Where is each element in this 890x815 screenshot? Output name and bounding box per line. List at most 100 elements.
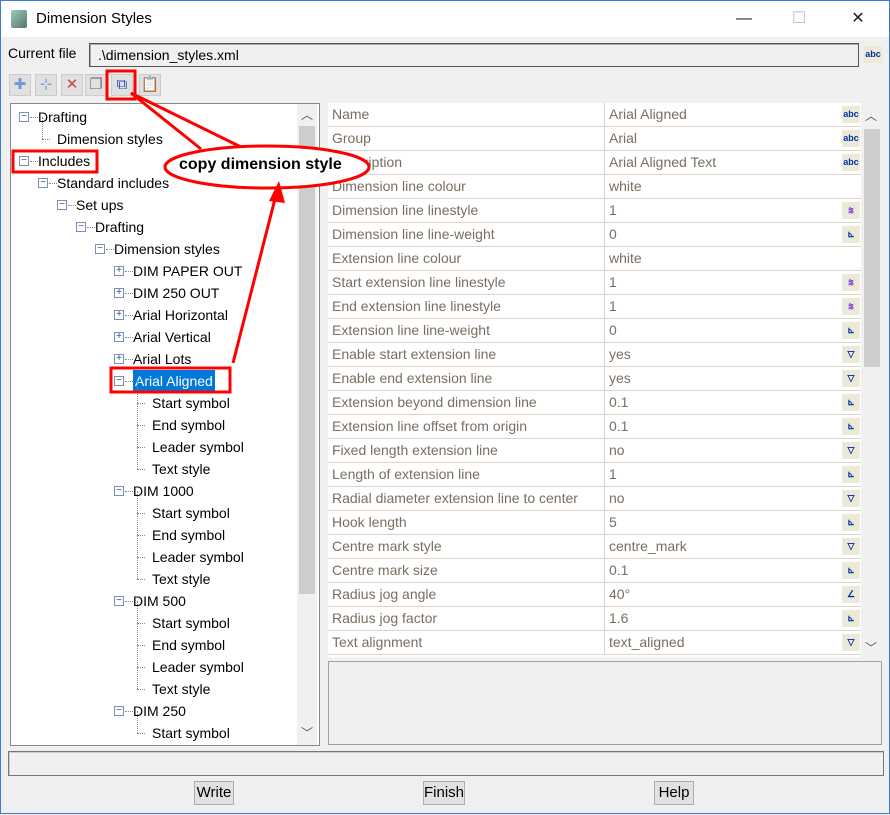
dropdown-icon[interactable]: ▽ — [842, 370, 860, 387]
tree-scrollbar[interactable]: ︿ ﹀ — [297, 104, 317, 745]
collapse-icon[interactable]: − — [38, 178, 48, 188]
property-value[interactable]: yes — [604, 367, 839, 390]
expand-icon[interactable]: + — [114, 288, 124, 298]
property-row[interactable]: Radial diameter extension line to center… — [328, 487, 861, 511]
property-row[interactable]: Dimension line line-weight 0 ⊾ — [328, 223, 861, 247]
paste-button[interactable]: 📋 — [139, 74, 161, 96]
property-value[interactable]: white — [604, 247, 839, 270]
property-value[interactable]: 1 — [604, 463, 839, 486]
measure-icon[interactable]: ⊾ — [842, 418, 860, 435]
property-row[interactable]: Group Arial abc — [328, 127, 861, 151]
dropdown-icon[interactable]: ▽ — [842, 490, 860, 507]
measure-icon[interactable]: ⊾ — [842, 322, 860, 339]
property-row[interactable]: Text alignment text_aligned ▽ — [328, 631, 861, 655]
collapse-icon[interactable]: − — [76, 222, 86, 232]
current-file-field[interactable]: .\dimension_styles.xml — [89, 43, 859, 67]
maximize-button[interactable]: ☐ — [787, 7, 811, 31]
measure-icon[interactable]: ⊾ — [842, 226, 860, 243]
property-row[interactable]: Extension beyond dimension line 0.1 ⊾ — [328, 391, 861, 415]
property-value[interactable]: white — [604, 175, 839, 198]
property-value[interactable]: Arial Aligned Text — [604, 151, 839, 174]
collapse-icon[interactable]: − — [114, 596, 124, 606]
expand-icon[interactable]: + — [114, 332, 124, 342]
property-value[interactable]: no — [604, 487, 839, 510]
property-value[interactable]: 1 — [604, 271, 839, 294]
property-row[interactable]: Dimension line linestyle 1 ⩰ — [328, 199, 861, 223]
collapse-icon[interactable]: − — [19, 156, 29, 166]
dropdown-icon[interactable]: ▽ — [842, 634, 860, 651]
property-row[interactable]: Enable start extension line yes ▽ — [328, 343, 861, 367]
property-row[interactable]: Extension line colour white — [328, 247, 861, 271]
linestyle-icon[interactable]: ⩰ — [842, 298, 860, 315]
angle-icon[interactable]: ∠ — [842, 586, 860, 603]
property-value[interactable]: text_aligned — [604, 631, 839, 654]
collapse-icon[interactable]: − — [114, 486, 124, 496]
text-edit-icon[interactable]: abc — [864, 46, 882, 63]
property-row[interactable]: End extension line linestyle 1 ⩰ — [328, 295, 861, 319]
property-row[interactable]: Description Arial Aligned Text abc — [328, 151, 861, 175]
property-value[interactable]: centre_mark — [604, 535, 839, 558]
property-row[interactable]: Dimension line colour white — [328, 175, 861, 199]
property-value[interactable]: 1 — [604, 199, 839, 222]
property-value[interactable]: 40° — [604, 583, 839, 606]
minimize-button[interactable]: — — [732, 7, 756, 31]
expand-icon[interactable]: + — [114, 310, 124, 320]
property-value[interactable]: 0.1 — [604, 415, 839, 438]
measure-icon[interactable]: ⊾ — [842, 466, 860, 483]
copy-button[interactable]: ⧉ — [111, 74, 133, 96]
scroll-up-icon[interactable]: ︿ — [297, 106, 317, 124]
measure-icon[interactable]: ⊾ — [842, 562, 860, 579]
measure-icon[interactable]: ⊾ — [842, 394, 860, 411]
property-value[interactable]: Arial Aligned — [604, 103, 839, 126]
scroll-up-icon[interactable]: ︿ — [861, 107, 881, 125]
property-value[interactable]: 1.6 — [604, 607, 839, 630]
property-value[interactable]: 1 — [604, 295, 839, 318]
linestyle-icon[interactable]: ⩰ — [842, 274, 860, 291]
measure-icon[interactable]: ⊾ — [842, 514, 860, 531]
add-child-button[interactable]: ⊹ — [35, 74, 57, 96]
scroll-down-icon[interactable]: ﹀ — [297, 724, 317, 742]
dropdown-icon[interactable]: ▽ — [842, 442, 860, 459]
property-row[interactable]: Fixed length extension line no ▽ — [328, 439, 861, 463]
measure-icon[interactable]: ⊾ — [842, 610, 860, 627]
property-value[interactable]: yes — [604, 343, 839, 366]
text-edit-icon[interactable]: abc — [842, 106, 860, 123]
text-edit-icon[interactable]: abc — [842, 154, 860, 171]
write-button[interactable]: Write — [194, 781, 234, 805]
property-row[interactable]: Extension line offset from origin 0.1 ⊾ — [328, 415, 861, 439]
property-row[interactable]: Centre mark style centre_mark ▽ — [328, 535, 861, 559]
expand-icon[interactable]: + — [114, 354, 124, 364]
property-row[interactable]: Hook length 5 ⊾ — [328, 511, 861, 535]
finish-button[interactable]: Finish — [423, 781, 465, 805]
property-row[interactable]: Enable end extension line yes ▽ — [328, 367, 861, 391]
text-edit-icon[interactable]: abc — [842, 130, 860, 147]
property-value[interactable]: 0.1 — [604, 559, 839, 582]
property-value[interactable]: 0 — [604, 319, 839, 342]
close-button[interactable]: ✕ — [846, 7, 870, 31]
property-row[interactable]: Centre mark size 0.1 ⊾ — [328, 559, 861, 583]
rename-button[interactable]: ❐ — [85, 74, 107, 96]
collapse-icon[interactable]: − — [19, 112, 29, 122]
collapse-icon[interactable]: − — [114, 706, 124, 716]
property-value[interactable]: no — [604, 439, 839, 462]
expand-icon[interactable]: + — [114, 266, 124, 276]
linestyle-icon[interactable]: ⩰ — [842, 202, 860, 219]
dropdown-icon[interactable]: ▽ — [842, 346, 860, 363]
property-row[interactable]: Extension line line-weight 0 ⊾ — [328, 319, 861, 343]
property-value[interactable]: 0.1 — [604, 391, 839, 414]
property-row[interactable]: Start extension line linestyle 1 ⩰ — [328, 271, 861, 295]
add-button[interactable]: ✚ — [9, 74, 31, 96]
style-tree[interactable]: − Drafting Dimension styles − Includes − Stand… — [10, 103, 320, 746]
grid-scrollbar[interactable]: ︿ ﹀ — [861, 103, 882, 657]
grid-scroll-thumb[interactable] — [864, 129, 880, 367]
property-value[interactable]: Arial — [604, 127, 839, 150]
tree-scroll-thumb[interactable] — [299, 126, 315, 594]
property-row[interactable]: Name Arial Aligned abc — [328, 103, 861, 127]
dropdown-icon[interactable]: ▽ — [842, 538, 860, 555]
property-row[interactable]: Radius jog angle 40° ∠ — [328, 583, 861, 607]
property-value[interactable]: 5 — [604, 511, 839, 534]
property-row[interactable]: Length of extension line 1 ⊾ — [328, 463, 861, 487]
property-value[interactable]: 0 — [604, 223, 839, 246]
collapse-icon[interactable]: − — [57, 200, 67, 210]
collapse-icon[interactable]: − — [95, 244, 105, 254]
